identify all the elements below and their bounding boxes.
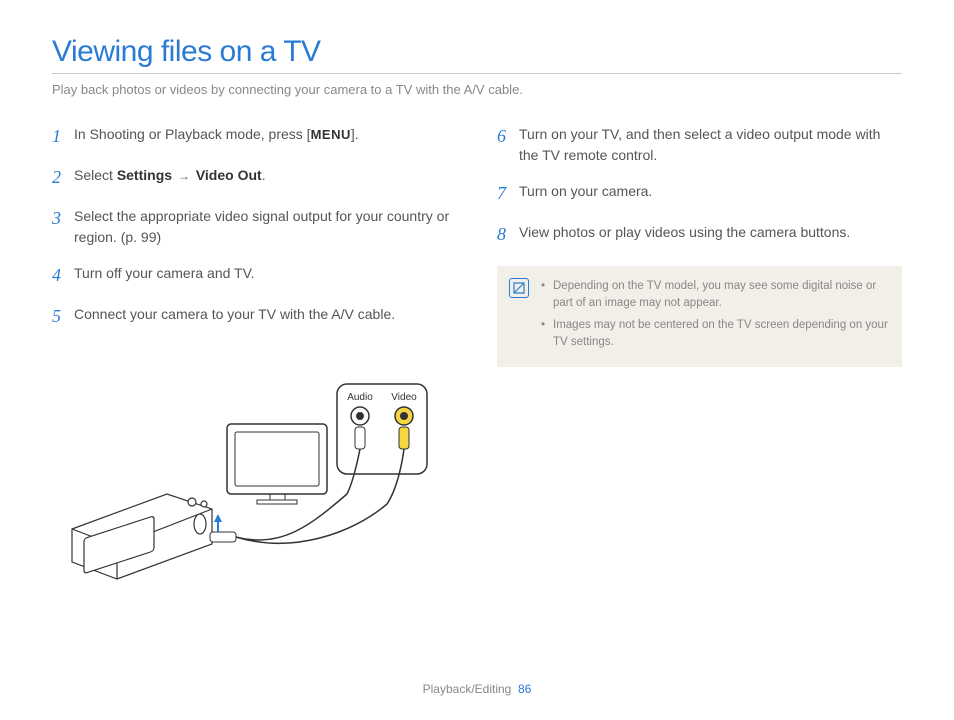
step-number: 2 bbox=[52, 164, 74, 191]
step-4: 4 Turn off your camera and TV. bbox=[52, 262, 457, 289]
step-7: 7 Turn on your camera. bbox=[497, 180, 902, 207]
bold-video-out: Video Out bbox=[196, 167, 262, 183]
connector-arrow-icon bbox=[214, 514, 222, 522]
note-list: Depending on the TV model, you may see s… bbox=[541, 278, 888, 355]
step-1: 1 In Shooting or Playback mode, press [M… bbox=[52, 123, 457, 150]
step-6: 6 Turn on your TV, and then select a vid… bbox=[497, 123, 902, 166]
step-number: 7 bbox=[497, 180, 519, 207]
text-fragment: Select bbox=[74, 167, 117, 183]
step-5: 5 Connect your camera to your TV with th… bbox=[52, 303, 457, 330]
step-text: In Shooting or Playback mode, press [MEN… bbox=[74, 123, 359, 145]
step-8: 8 View photos or play videos using the c… bbox=[497, 221, 902, 248]
step-number: 5 bbox=[52, 303, 74, 330]
step-2: 2 Select Settings → Video Out. bbox=[52, 164, 457, 191]
step-number: 1 bbox=[52, 123, 74, 150]
note-item: Depending on the TV model, you may see s… bbox=[541, 278, 888, 313]
step-text: Turn on your camera. bbox=[519, 180, 652, 202]
step-3: 3 Select the appropriate video signal ou… bbox=[52, 205, 457, 248]
step-number: 8 bbox=[497, 221, 519, 248]
text-fragment: In Shooting or Playback mode, press [ bbox=[74, 126, 311, 142]
intro-text: Play back photos or videos by connecting… bbox=[52, 82, 902, 97]
arrow-icon: → bbox=[176, 169, 192, 183]
right-column: 6 Turn on your TV, and then select a vid… bbox=[497, 123, 902, 599]
step-number: 6 bbox=[497, 123, 519, 150]
title-rule bbox=[52, 73, 902, 74]
content-columns: 1 In Shooting or Playback mode, press [M… bbox=[52, 123, 902, 599]
step-text: Connect your camera to your TV with the … bbox=[74, 303, 395, 325]
step-text: View photos or play videos using the cam… bbox=[519, 221, 850, 243]
video-label: Video bbox=[391, 392, 417, 403]
step-number: 3 bbox=[52, 205, 74, 232]
page-footer: Playback/Editing 86 bbox=[0, 682, 954, 696]
note-item: Images may not be centered on the TV scr… bbox=[541, 317, 888, 352]
bold-settings: Settings bbox=[117, 167, 172, 183]
audio-label: Audio bbox=[347, 392, 373, 403]
footer-section: Playback/Editing bbox=[423, 682, 512, 696]
text-fragment: . bbox=[262, 167, 266, 183]
left-column: 1 In Shooting or Playback mode, press [M… bbox=[52, 123, 457, 599]
page-title: Viewing files on a TV bbox=[52, 35, 902, 69]
step-text: Select the appropriate video signal outp… bbox=[74, 205, 457, 248]
step-number: 4 bbox=[52, 262, 74, 289]
text-fragment: ]. bbox=[351, 126, 359, 142]
connection-diagram: Audio Video bbox=[52, 364, 432, 594]
step-text: Turn off your camera and TV. bbox=[74, 262, 255, 284]
footer-page-number: 86 bbox=[518, 682, 531, 696]
note-box: Depending on the TV model, you may see s… bbox=[497, 266, 902, 367]
step-text: Turn on your TV, and then select a video… bbox=[519, 123, 902, 166]
note-icon bbox=[509, 278, 529, 298]
step-text: Select Settings → Video Out. bbox=[74, 164, 266, 186]
menu-glyph: MENU bbox=[311, 127, 351, 142]
